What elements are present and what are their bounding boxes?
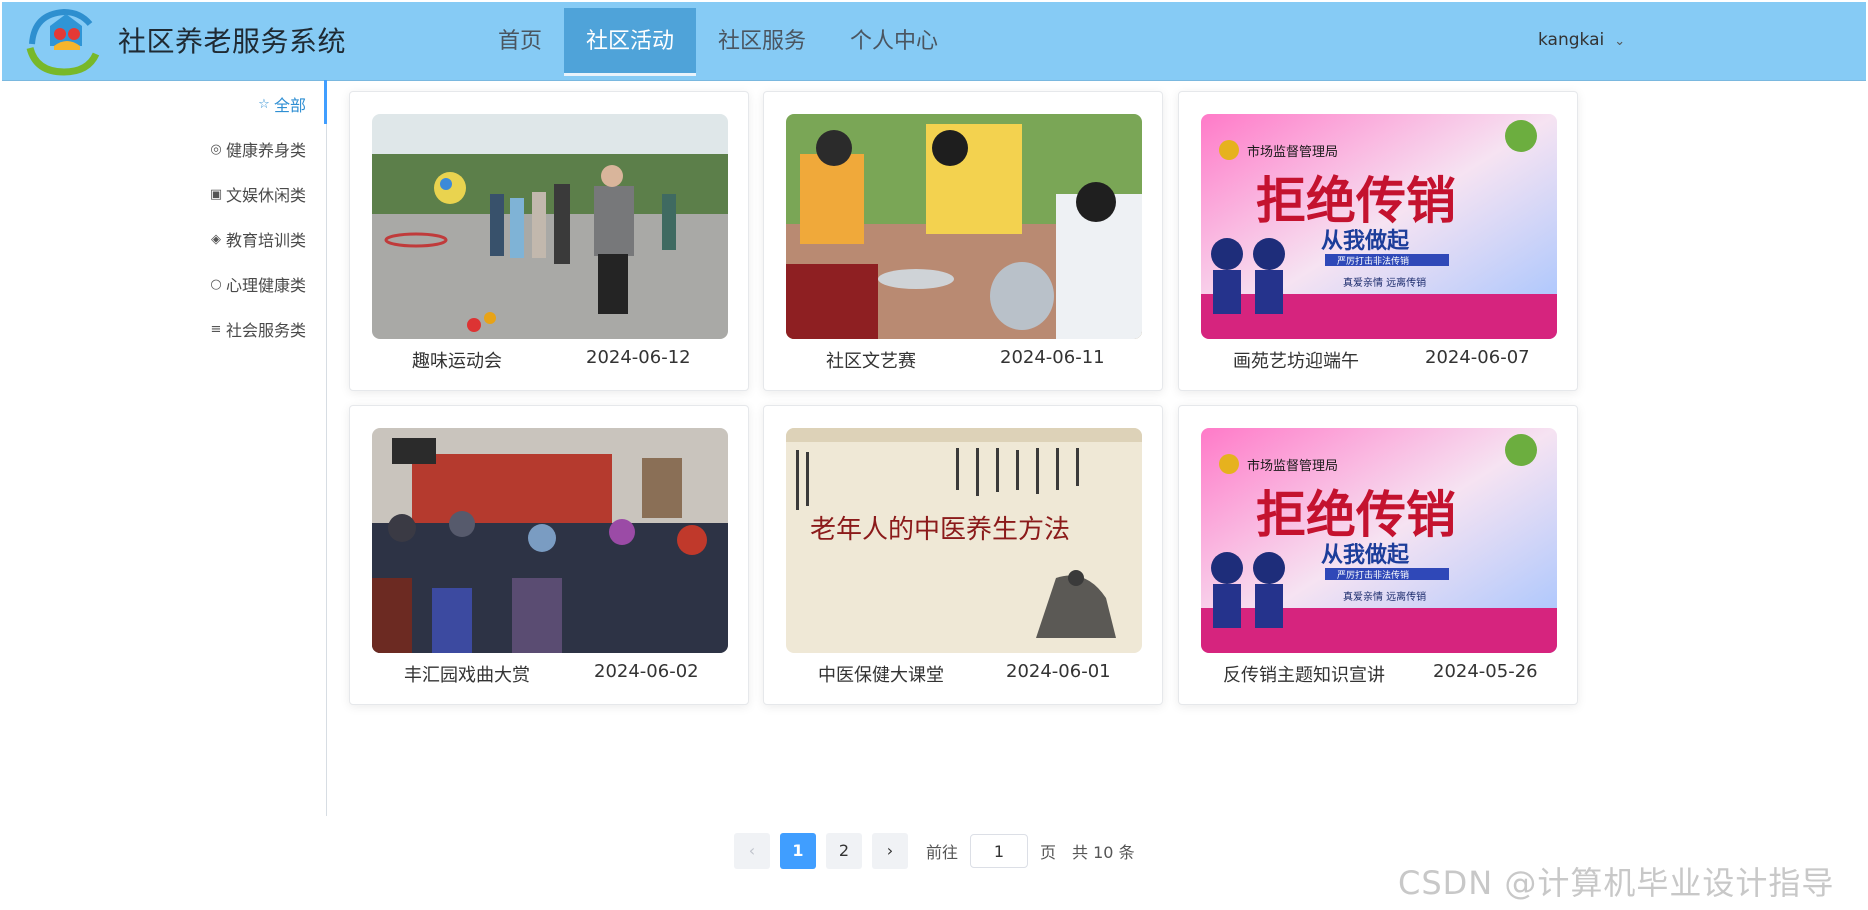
poster-slogan: 真爱亲情 远离传销 — [1343, 590, 1426, 603]
activity-card[interactable]: 市场监督管理局 拒绝传销 从我做起 严厉打击非法传销 真爱亲情 远离传销 画苑艺… — [1178, 91, 1578, 391]
category-sidebar: ☆ 全部 ◎ 健康养身类 ▣ 文娱休闲类 ◈ 教育培训类 ○ 心理健康类 ≡ 社会服务类 — [0, 80, 327, 816]
activity-card[interactable]: 丰汇园戏曲大赏 2024-06-02 — [349, 405, 749, 705]
chevron-right-icon: › — [886, 841, 894, 860]
activity-date: 2024-06-12 — [586, 347, 691, 368]
activity-image — [372, 428, 728, 653]
watermark: CSDN @计算机毕业设计指导 — [1398, 864, 1835, 902]
nav-community-activities[interactable]: 社区活动 — [564, 8, 697, 76]
total-count: 共 10 条 — [1072, 843, 1135, 862]
activity-date: 2024-05-26 — [1433, 661, 1538, 682]
nav-community-services[interactable]: 社区服务 — [696, 8, 828, 76]
activity-title: 反传销主题知识宣讲 — [1223, 665, 1385, 686]
prev-page-button[interactable]: ‹ — [734, 833, 770, 869]
poster-banner: 严厉打击非法传销 — [1337, 569, 1409, 581]
page-unit-label: 页 — [1040, 843, 1057, 862]
goto-label: 前往 — [926, 843, 959, 862]
activity-card[interactable]: 老年人的中医养生方法 中医保健大课堂 2024-06-01 — [763, 405, 1163, 705]
sliders-icon: ≡ — [210, 321, 222, 337]
poster-headline: 老年人的中医养生方法 — [810, 515, 1070, 545]
app-logo — [26, 8, 100, 76]
category-social-service[interactable]: ≡ 社会服务类 — [208, 317, 306, 341]
activity-title: 画苑艺坊迎端午 — [1233, 351, 1359, 372]
poster-banner: 严厉打击非法传销 — [1337, 255, 1409, 267]
chat-icon: ○ — [210, 276, 222, 292]
page-button-2[interactable]: 2 — [826, 833, 862, 869]
poster-headline: 拒绝传销 — [1256, 172, 1456, 230]
activity-card[interactable]: 社区文艺赛 2024-06-11 — [763, 91, 1163, 391]
username: kangkai — [1538, 30, 1605, 50]
activity-title: 社区文艺赛 — [826, 351, 916, 372]
poster-headline: 拒绝传销 — [1256, 486, 1456, 544]
graduation-icon: ◈ — [210, 231, 221, 247]
sofa-icon: ▣ — [209, 186, 223, 202]
activity-date: 2024-06-02 — [594, 661, 699, 682]
activity-image — [372, 114, 728, 339]
goto-page-input[interactable] — [970, 834, 1029, 868]
activity-card[interactable]: 市场监督管理局 拒绝传销 从我做起 严厉打击非法传销 真爱亲情 远离传销 反传销… — [1178, 405, 1578, 705]
chevron-down-icon: ⌄ — [1614, 34, 1626, 49]
star-icon: ☆ — [258, 96, 270, 112]
activity-image: 市场监督管理局 拒绝传销 从我做起 严厉打击非法传销 真爱亲情 远离传销 — [1201, 428, 1557, 653]
page-button-1[interactable]: 1 — [780, 833, 816, 869]
pagination: ‹ 1 2 › 前往 页 共 10 条 — [734, 833, 1143, 869]
activity-image: 市场监督管理局 拒绝传销 从我做起 严厉打击非法传销 真爱亲情 远离传销 — [1201, 114, 1557, 339]
activity-date: 2024-06-07 — [1425, 347, 1530, 368]
medal-icon: ◎ — [210, 141, 222, 157]
category-entertainment[interactable]: ▣ 文娱休闲类 — [208, 182, 306, 206]
poster-org: 市场监督管理局 — [1247, 458, 1338, 474]
app-title: 社区养老服务系统 — [118, 25, 347, 58]
nav-personal-center[interactable]: 个人中心 — [828, 8, 960, 76]
main-nav: 首页 社区活动 社区服务 个人中心 — [476, 8, 960, 76]
top-header: 社区养老服务系统 首页 社区活动 社区服务 个人中心 kangkai ⌄ — [2, 2, 1866, 81]
poster-org: 市场监督管理局 — [1247, 144, 1338, 160]
activity-image: 老年人的中医养生方法 — [786, 428, 1142, 653]
activity-date: 2024-06-11 — [1000, 347, 1105, 368]
activity-title: 丰汇园戏曲大赏 — [404, 665, 530, 686]
nav-home[interactable]: 首页 — [476, 8, 564, 76]
chevron-left-icon: ‹ — [748, 841, 756, 860]
activity-card[interactable]: 趣味运动会 2024-06-12 — [349, 91, 749, 391]
activity-image — [786, 114, 1142, 339]
poster-subline: 从我做起 — [1321, 542, 1410, 568]
activity-date: 2024-06-01 — [1006, 661, 1111, 682]
category-all[interactable]: ☆ 全部 — [256, 92, 306, 116]
activity-title: 中医保健大课堂 — [818, 665, 944, 686]
user-menu[interactable]: kangkai ⌄ — [1538, 30, 1625, 50]
next-page-button[interactable]: › — [872, 833, 908, 869]
category-health[interactable]: ◎ 健康养身类 — [208, 137, 306, 161]
activity-title: 趣味运动会 — [412, 351, 502, 372]
active-indicator — [324, 80, 327, 124]
category-mental-health[interactable]: ○ 心理健康类 — [208, 272, 306, 296]
poster-slogan: 真爱亲情 远离传销 — [1343, 276, 1426, 289]
category-education[interactable]: ◈ 教育培训类 — [208, 227, 306, 251]
poster-subline: 从我做起 — [1321, 228, 1410, 254]
